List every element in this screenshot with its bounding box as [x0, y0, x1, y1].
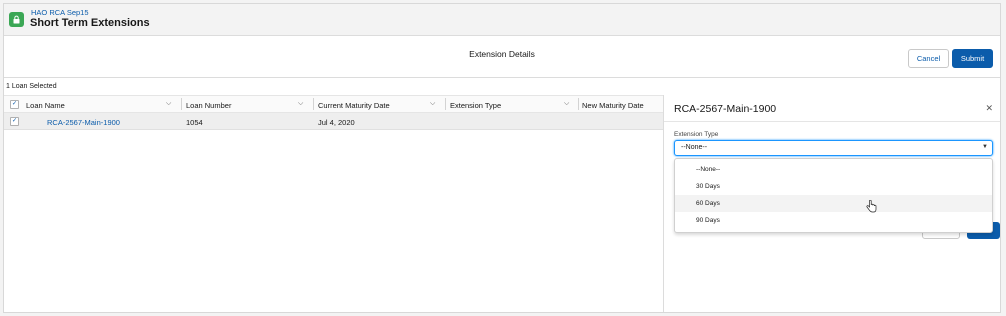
dropdown-option[interactable]: --None--	[675, 161, 992, 178]
column-header-current-maturity-date[interactable]: Current Maturity Date	[318, 101, 390, 110]
select-all-checkbox[interactable]: ✓	[10, 100, 19, 109]
app-frame: HAO RCA Sep15 Short Term Extensions Exte…	[3, 3, 1001, 313]
chevron-down-icon[interactable]: ⌵	[430, 100, 435, 108]
app-header: HAO RCA Sep15 Short Term Extensions	[4, 4, 1000, 36]
dropdown-option[interactable]: 60 Days	[675, 195, 992, 212]
chevron-down-icon[interactable]: ⌵	[166, 100, 171, 108]
column-divider[interactable]	[181, 98, 182, 110]
loan-number-cell: 1054	[186, 118, 203, 127]
hand-pointer-icon	[866, 199, 877, 218]
dropdown-option[interactable]: 90 Days	[675, 212, 992, 229]
cancel-button[interactable]: Cancel	[908, 49, 949, 68]
column-divider[interactable]	[313, 98, 314, 110]
loan-name-link[interactable]: RCA-2567-Main-1900	[47, 118, 120, 127]
chevron-down-icon[interactable]: ⌵	[298, 100, 303, 108]
selected-value: --None--	[681, 144, 708, 151]
chevron-down-icon[interactable]: ⌵	[564, 100, 569, 108]
column-divider[interactable]	[578, 98, 579, 110]
selection-count: 1 Loan Selected	[6, 83, 57, 90]
page-title: Short Term Extensions	[30, 17, 150, 29]
app-subtitle: HAO RCA Sep15	[31, 8, 89, 17]
panel-divider	[664, 121, 1000, 122]
extension-type-select[interactable]: --None-- ▼	[674, 140, 993, 156]
column-header-loan-number[interactable]: Loan Number	[186, 101, 231, 110]
row-checkbox[interactable]: ✓	[10, 117, 19, 126]
extension-type-label: Extension Type	[674, 131, 719, 138]
action-bar: Extension Details Cancel Submit	[4, 36, 1000, 78]
edit-panel: RCA-2567-Main-1900 ✕ Extension Type --No…	[663, 95, 1000, 312]
dropdown-option[interactable]: 30 Days	[675, 178, 992, 195]
column-header-loan-name[interactable]: Loan Name	[26, 101, 65, 110]
column-divider[interactable]	[445, 98, 446, 110]
column-header-new-maturity-date[interactable]: New Maturity Date	[582, 101, 644, 110]
column-header-extension-type[interactable]: Extension Type	[450, 101, 501, 110]
extension-type-dropdown: --None-- 30 Days 60 Days 90 Days	[674, 158, 993, 233]
current-maturity-cell: Jul 4, 2020	[318, 118, 355, 127]
close-icon[interactable]: ✕	[985, 103, 993, 114]
extension-details-title: Extension Details	[469, 49, 535, 59]
panel-title: RCA-2567-Main-1900	[674, 103, 777, 115]
caret-down-icon: ▼	[982, 144, 988, 150]
lock-icon	[9, 12, 24, 27]
submit-button[interactable]: Submit	[952, 49, 993, 68]
